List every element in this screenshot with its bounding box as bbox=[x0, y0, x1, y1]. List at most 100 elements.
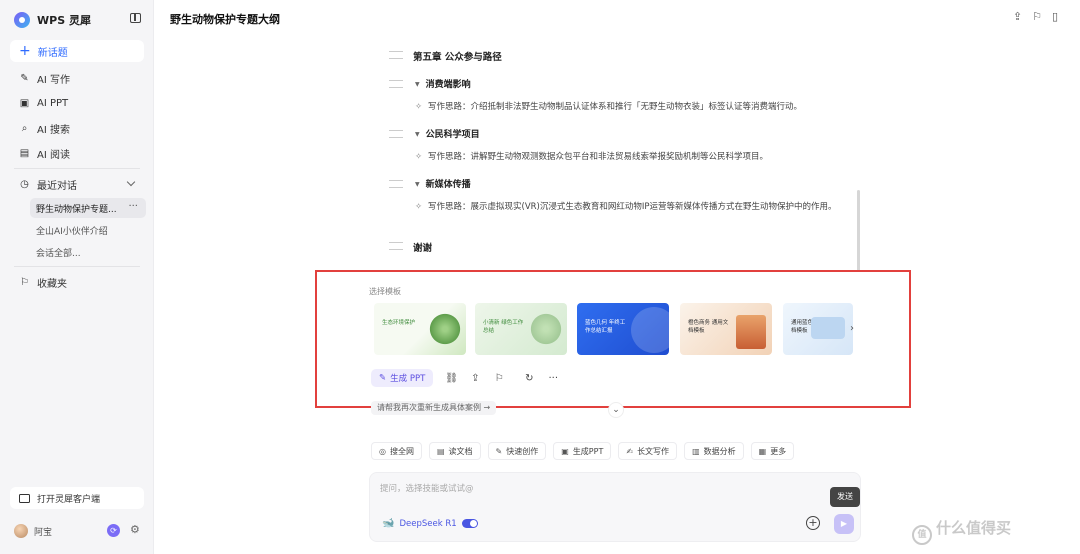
model-selector[interactable]: 🐋 DeepSeek R1 bbox=[382, 518, 478, 529]
model-name: DeepSeek R1 bbox=[399, 518, 457, 529]
avatar[interactable] bbox=[14, 524, 28, 538]
pen-icon: ✎ bbox=[379, 373, 387, 383]
send-tooltip: 发送 bbox=[830, 487, 860, 507]
template-card[interactable]: 生态环境保护 bbox=[374, 303, 466, 355]
chevron-down-icon bbox=[126, 177, 136, 187]
history-item[interactable]: 全山AI小伙伴介绍 bbox=[30, 220, 146, 240]
outline-note: ✧ 写作思路：介绍抵制非法野生动物制品认证体系和推行「无野生动物衣装」标签认证等消… bbox=[415, 100, 845, 115]
sync-icon[interactable]: ⟳ bbox=[107, 524, 120, 537]
history-item-label: 全山AI小伙伴介绍 bbox=[36, 226, 108, 237]
sidebar-item-ai-read[interactable]: ▤ AI 阅读 bbox=[10, 142, 144, 164]
template-card[interactable]: 橙色商务 通用文档模板 bbox=[680, 303, 772, 355]
chevron-right-icon[interactable]: › bbox=[850, 323, 854, 334]
scroll-down-icon[interactable]: ⌄ bbox=[608, 402, 624, 418]
sidebar-item-favorites[interactable]: ⚐ 收藏夹 bbox=[10, 271, 144, 293]
top-toolbar: ⇪ ⚐ ▯ bbox=[1013, 10, 1058, 23]
grid-icon: ▦ bbox=[758, 446, 767, 456]
ppt-icon: ▣ bbox=[561, 446, 569, 456]
pen-icon: ✎ bbox=[20, 72, 29, 84]
new-chat-button[interactable]: + 新话题 bbox=[10, 40, 144, 62]
app-logo-icon bbox=[14, 12, 30, 28]
outline-note: ✧ 写作思路：展示虚拟现实(VR)沉浸式生态教育和网红动物IP运营等新媒体传播方式… bbox=[415, 200, 845, 215]
template-title: 蓝色几何 年终工作总结汇报 bbox=[585, 320, 626, 334]
outline-marker bbox=[389, 80, 403, 88]
bulb-icon: ✧ bbox=[415, 202, 423, 212]
outline-marker bbox=[389, 51, 403, 59]
template-art bbox=[631, 307, 669, 353]
chart-icon: ▥ bbox=[692, 446, 700, 456]
watermark: 值什么值得买 bbox=[912, 517, 1011, 545]
outline-thanks: 谢谢 bbox=[413, 243, 433, 254]
template-card[interactable]: 通用蓝色 商务文档模板 bbox=[783, 303, 853, 355]
share-icon[interactable]: ⇪ bbox=[1013, 10, 1022, 23]
outline-marker bbox=[389, 130, 403, 138]
bookmark-icon[interactable]: ⚐ bbox=[493, 373, 505, 384]
brand: WPS 灵犀 bbox=[14, 10, 91, 30]
template-art bbox=[428, 311, 462, 347]
generate-ppt-button[interactable]: ✎ 生成 PPT bbox=[371, 369, 434, 387]
sidebar-item-label: AI 写作 bbox=[37, 74, 70, 86]
scrollbar[interactable] bbox=[857, 190, 860, 272]
skill-search-web[interactable]: ◎ 搜全网 bbox=[371, 442, 422, 460]
skill-data-analysis[interactable]: ▥ 数据分析 bbox=[684, 442, 744, 460]
suggestion-chip[interactable]: 请帮我再次重新生成具体案例 → bbox=[371, 401, 497, 415]
open-client-button[interactable]: 打开灵犀客户端 bbox=[10, 487, 144, 509]
sidebar-item-label: AI 搜索 bbox=[37, 124, 70, 136]
sidebar-item-ai-write[interactable]: ✎ AI 写作 bbox=[10, 67, 144, 89]
export-icon[interactable]: ▯ bbox=[1052, 10, 1058, 23]
outline-note: ✧ 写作思路：讲解野生动物观测数据众包平台和非法贸易线索举报奖励机制等公民科学项目… bbox=[415, 150, 845, 165]
history-item[interactable]: 野生动物保护专题... ··· bbox=[30, 198, 146, 218]
user-name: 阿宝 bbox=[34, 527, 53, 538]
refresh-icon[interactable]: ↻ bbox=[523, 373, 535, 384]
bookmark-icon[interactable]: ⚐ bbox=[1032, 10, 1042, 23]
skill-long-write[interactable]: ✍ 长文写作 bbox=[618, 442, 678, 460]
new-chat-label: 新话题 bbox=[37, 47, 68, 59]
outline-marker bbox=[389, 180, 403, 188]
open-client-label: 打开灵犀客户端 bbox=[37, 494, 101, 505]
template-art bbox=[736, 315, 766, 349]
plus-icon: + bbox=[19, 43, 31, 59]
monitor-icon bbox=[19, 493, 30, 503]
history-item-label: 野生动物保护专题... bbox=[36, 204, 117, 215]
main-panel: 野生动物保护专题大纲 ⇪ ⚐ ▯ 第五章 公众参与路径 消费端影响 ✧写作思路：… bbox=[155, 0, 1080, 554]
recent-chats-header[interactable]: ◷ 最近对话 bbox=[10, 174, 144, 194]
template-title: 小清新 绿色工作总结 bbox=[483, 320, 524, 334]
sidebar-item-label: AI PPT bbox=[37, 97, 69, 109]
sidebar-item-ai-search[interactable]: ⌕ AI 搜索 bbox=[10, 117, 144, 139]
skill-bar: ◎ 搜全网 ▤ 读文档 ✎ 快速创作 ▣ 生成PPT ✍ 长文写作 ▥ 数据分析 ▦ 更多 bbox=[371, 442, 795, 460]
chat-input[interactable]: 提问，选择技能或试试@ 🐋 DeepSeek R1 + ▶ bbox=[369, 472, 861, 542]
outline-section: 消费端影响 bbox=[415, 77, 471, 90]
gear-icon[interactable]: ⚙ bbox=[130, 523, 140, 536]
skill-generate-ppt[interactable]: ▣ 生成PPT bbox=[553, 442, 612, 460]
link-icon[interactable]: ⛓ bbox=[445, 373, 458, 384]
sidebar: WPS 灵犀 + 新话题 ✎ AI 写作 ▣ AI PPT ⌕ AI 搜索 ▤ … bbox=[0, 0, 154, 554]
template-card[interactable]: 蓝色几何 年终工作总结汇报 bbox=[577, 303, 669, 355]
skill-more[interactable]: ▦ 更多 bbox=[750, 442, 795, 460]
more-icon[interactable]: ··· bbox=[128, 201, 138, 212]
user-row: 阿宝 ⟳ ⚙ bbox=[14, 522, 144, 540]
outline-document: 第五章 公众参与路径 消费端影响 ✧写作思路：介绍抵制非法野生动物制品认证体系和… bbox=[385, 42, 855, 270]
send-button[interactable]: ▶ bbox=[834, 514, 854, 534]
template-art bbox=[529, 311, 563, 347]
deepseek-icon: 🐋 bbox=[382, 518, 395, 529]
template-card[interactable]: 小清新 绿色工作总结 bbox=[475, 303, 567, 355]
book-icon: ▤ bbox=[19, 147, 30, 159]
longtext-icon: ✍ bbox=[626, 446, 634, 456]
model-toggle[interactable] bbox=[461, 519, 478, 528]
search-icon: ⌕ bbox=[21, 122, 28, 134]
globe-icon: ◎ bbox=[379, 446, 386, 456]
pen-icon: ✎ bbox=[495, 446, 503, 456]
template-title: 生态环境保护 bbox=[382, 320, 416, 326]
bookmark-icon: ⚐ bbox=[20, 276, 29, 288]
sidebar-collapse-icon[interactable] bbox=[130, 13, 141, 23]
generate-ppt-label: 生成 PPT bbox=[390, 374, 426, 384]
sidebar-item-ai-ppt[interactable]: ▣ AI PPT bbox=[10, 92, 144, 114]
more-icon[interactable]: ··· bbox=[547, 373, 559, 384]
skill-read-doc[interactable]: ▤ 读文档 bbox=[428, 442, 481, 460]
skill-quick-create[interactable]: ✎ 快速创作 bbox=[487, 442, 547, 460]
share-icon[interactable]: ⇪ bbox=[469, 373, 481, 384]
history-item[interactable]: 会话全部... bbox=[30, 242, 146, 262]
outline-section: 公民科学项目 bbox=[415, 127, 480, 140]
add-attachment-button[interactable]: + bbox=[806, 516, 820, 530]
outline-marker bbox=[389, 242, 403, 250]
